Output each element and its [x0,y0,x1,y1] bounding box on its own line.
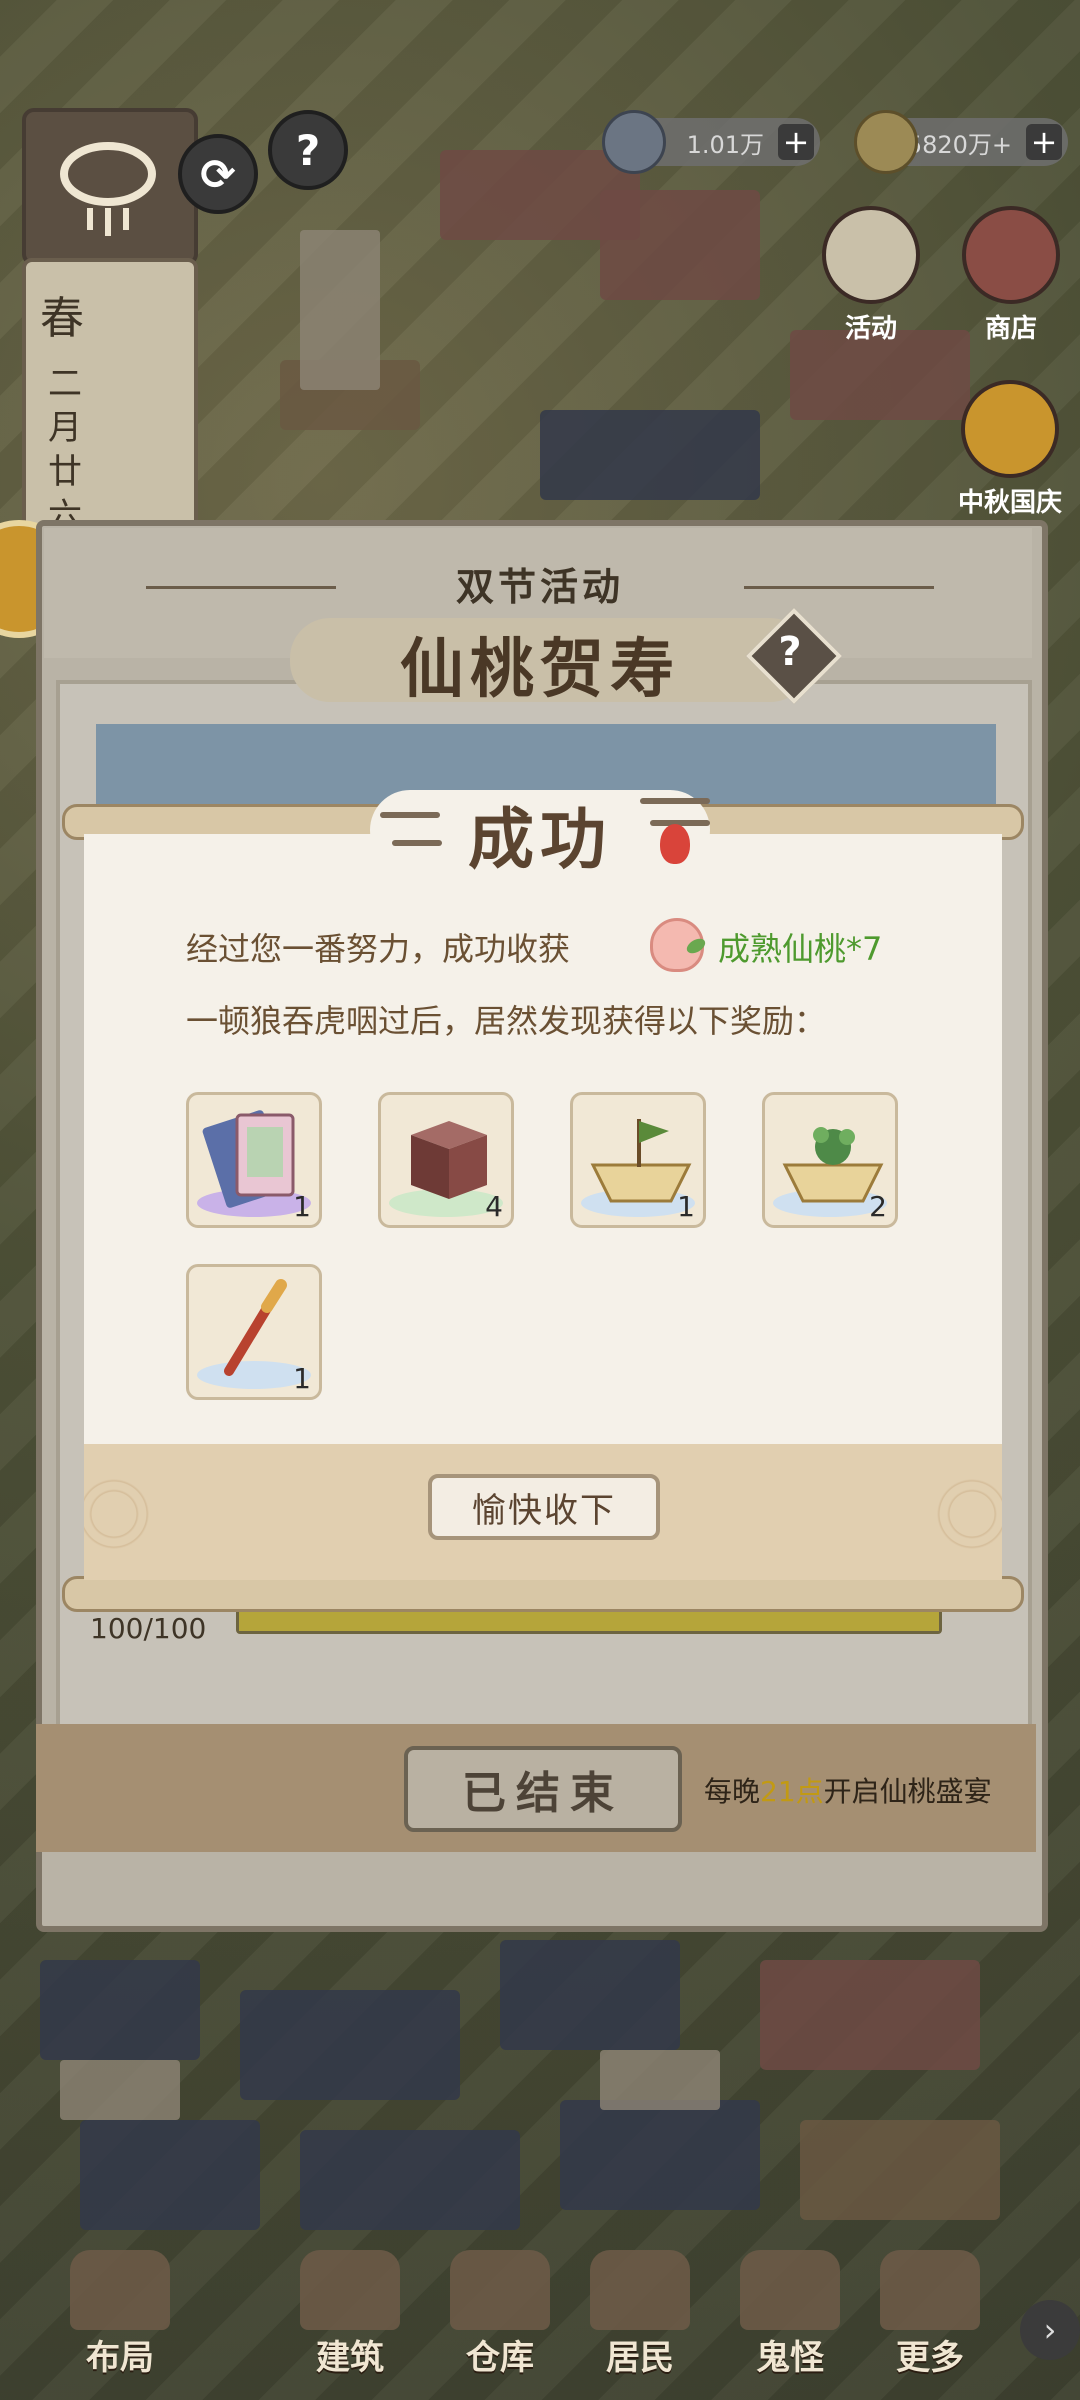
item-quantity: 1 [293,1190,311,1223]
nav-layout[interactable]: 布局 [50,2330,190,2379]
item-quantity: 1 [293,1362,311,1395]
nav-next-button[interactable]: › [1020,2300,1080,2360]
weather-panel[interactable] [22,108,198,266]
chevron-right-icon: › [1043,2311,1057,2349]
add-coin-button[interactable]: + [1026,123,1062,161]
item-quantity: 1 [677,1190,695,1223]
progress-label: 100/100 [90,1612,207,1645]
resource-coin: 5820万+ + [854,110,1068,174]
event-ended-button[interactable]: 已结束 [404,1746,682,1832]
nav-more[interactable]: 更多 [860,2330,1000,2379]
reward-item-portrait-book[interactable]: 1 [186,1092,322,1228]
layout-icon [70,2250,170,2330]
resident-icon [590,2250,690,2330]
resource-jade: 1.01万 + [602,110,820,174]
feast-schedule-note: 每晚21点开启仙桃盛宴 [704,1775,992,1808]
activity-button[interactable]: 活动 [816,206,926,345]
nav-building[interactable]: 建筑 [280,2330,420,2379]
nav-ghosts[interactable]: 鬼怪 [720,2330,860,2379]
season-label: 春 [40,293,84,344]
accept-rewards-button[interactable]: 愉快收下 [428,1474,660,1540]
mid-autumn-button[interactable]: 中秋国庆 [940,380,1080,519]
warehouse-icon [450,2250,550,2330]
bonus-message: 一顿狼吞虎咽过后，居然发现获得以下奖励： [186,1002,827,1040]
refresh-button[interactable]: ⟳ [178,134,258,214]
help-button[interactable]: ? [268,110,348,190]
calendar-panel[interactable]: 春 二月廿六 [22,258,198,536]
resource-value: 1.01万 [686,130,764,159]
more-icon [880,2250,980,2330]
harvest-message: 经过您一番努力，成功收获 [186,930,571,968]
rain-cloud-icon [60,142,156,236]
nav-warehouse[interactable]: 仓库 [430,2330,570,2379]
item-quantity: 2 [869,1190,887,1223]
jade-cup-icon [602,110,666,174]
building-icon [300,2250,400,2330]
question-icon[interactable]: ? [760,622,820,682]
activity-scroll-icon [822,206,920,304]
reward-item-red-staff[interactable]: 1 [186,1264,322,1400]
shop-button[interactable]: 商店 [956,206,1066,345]
progress-fill [239,1609,939,1631]
resource-value: 5820万+ [906,130,1012,159]
refresh-icon: ⟳ [200,149,236,199]
harvest-reward: 成熟仙桃*7 [718,930,883,968]
item-quantity: 4 [485,1190,503,1223]
scroll-rod-bottom [62,1576,1024,1612]
reward-item-jade-boat[interactable]: 2 [762,1092,898,1228]
shop-icon [962,206,1060,304]
nav-residents[interactable]: 居民 [570,2330,710,2379]
reward-item-banner-boat[interactable]: 1 [570,1092,706,1228]
event-title: 仙桃贺寿 [400,632,680,707]
question-icon: ? [295,125,321,175]
success-title: 成功 [468,800,612,878]
copper-coin-icon [854,110,918,174]
event-subtitle: 双节活动 [455,565,624,609]
ghost-icon [740,2250,840,2330]
date-label: 二月廿六 [48,364,82,536]
add-jade-button[interactable]: + [778,123,814,161]
seal-icon [660,824,690,864]
reward-item-brown-block[interactable]: 4 [378,1092,514,1228]
mid-autumn-icon [961,380,1059,478]
